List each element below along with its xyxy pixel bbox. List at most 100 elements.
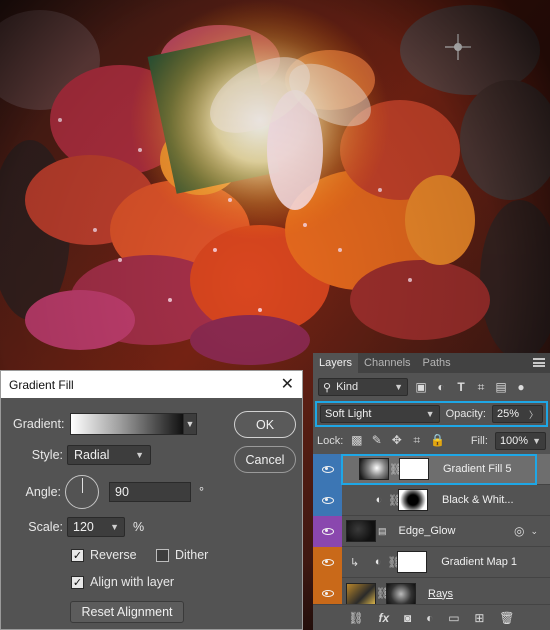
tab-layers[interactable]: Layers bbox=[313, 353, 359, 373]
close-icon[interactable]: ✕ bbox=[281, 374, 294, 394]
filter-toggle-icon[interactable]: ● bbox=[514, 380, 528, 394]
chevron-down-icon: ▼ bbox=[532, 435, 541, 446]
blend-mode-select[interactable]: Soft Light ▼ bbox=[320, 405, 440, 423]
kind-filter-label: Kind bbox=[336, 381, 359, 393]
eye-icon bbox=[321, 496, 334, 504]
link-icon[interactable]: ⛓ bbox=[376, 587, 390, 600]
opacity-field[interactable]: 25% 〉 bbox=[491, 405, 543, 423]
folder-icon[interactable]: ▭ bbox=[448, 611, 459, 625]
type-filter-icon[interactable]: T bbox=[454, 380, 468, 394]
chevron-down-icon: ▼ bbox=[394, 382, 403, 392]
dither-label: Dither bbox=[175, 548, 209, 562]
reset-alignment-button[interactable]: Reset Alignment bbox=[70, 601, 184, 623]
cancel-button[interactable]: Cancel bbox=[234, 446, 296, 473]
scale-unit: % bbox=[133, 520, 145, 534]
adjustment-icon[interactable]: ◐ bbox=[426, 611, 433, 625]
fx-icon[interactable]: fx bbox=[379, 611, 390, 625]
lock-bar: Lock: ▩ ✎ ✥ ⌗ 🔒 Fill: 100% ▼ bbox=[313, 427, 550, 454]
visibility-toggle[interactable] bbox=[313, 515, 342, 547]
layer-mask-thumbnail[interactable] bbox=[398, 489, 428, 511]
fill-value: 100% bbox=[499, 434, 529, 447]
layer-mask-thumbnail[interactable] bbox=[397, 551, 428, 573]
lock-position-icon[interactable]: ✥ bbox=[390, 434, 403, 447]
scale-field[interactable]: 120 ▼ bbox=[67, 517, 125, 537]
visibility-toggle[interactable] bbox=[313, 484, 342, 516]
gradient-fill-dialog: Gradient Fill ✕ Gradient: ▼ Style: Radia… bbox=[0, 370, 303, 630]
fill-label: Fill: bbox=[470, 434, 488, 447]
layer-name: Black & Whit... bbox=[442, 494, 514, 506]
eye-icon bbox=[321, 558, 334, 566]
layer-row-black-white[interactable]: ◐ ⛓ Black & Whit... bbox=[313, 484, 550, 516]
gradient-swatch[interactable] bbox=[70, 413, 184, 435]
scale-label: Scale: bbox=[28, 520, 63, 534]
blend-mode-value: Soft Light bbox=[325, 408, 372, 420]
dialog-body: Gradient: ▼ Style: Radial ▼ Angle: 90 ° … bbox=[1, 398, 302, 629]
smart-object-filter-icon[interactable]: ▤ bbox=[494, 380, 508, 394]
mask-icon[interactable]: ◙ bbox=[404, 611, 411, 625]
layer-row-gradient-map-1[interactable]: ↳ ◐ ⛓ Gradient Map 1 bbox=[313, 546, 550, 578]
layer-name: Rays bbox=[428, 587, 454, 600]
angle-field[interactable]: 90 bbox=[109, 482, 191, 502]
dialog-title-bar[interactable]: Gradient Fill ✕ bbox=[1, 371, 302, 398]
layer-row-edge-glow[interactable]: ▤ Edge_Glow ◎ ⌄ bbox=[313, 515, 550, 547]
eye-icon bbox=[321, 590, 334, 597]
lock-artboard-icon[interactable]: ⌗ bbox=[410, 434, 423, 447]
opacity-value: 25% bbox=[496, 408, 519, 420]
tab-paths[interactable]: Paths bbox=[417, 353, 457, 373]
opacity-label: Opacity: bbox=[445, 408, 486, 420]
lock-label: Lock: bbox=[317, 434, 344, 447]
link-icon[interactable]: ⛓ bbox=[388, 494, 402, 507]
angle-label: Angle: bbox=[25, 485, 61, 499]
link-icon[interactable]: ⛓ bbox=[348, 611, 363, 625]
angle-unit: ° bbox=[199, 485, 204, 499]
tab-channels[interactable]: Channels bbox=[358, 353, 416, 373]
layer-thumbnail[interactable] bbox=[346, 520, 376, 542]
chevron-down-icon: ▼ bbox=[135, 450, 144, 460]
angle-value: 90 bbox=[115, 485, 129, 499]
reverse-label: Reverse bbox=[90, 548, 137, 562]
ok-button[interactable]: OK bbox=[234, 411, 296, 438]
layer-mask-thumbnail[interactable] bbox=[399, 458, 429, 480]
shape-filter-icon[interactable]: ⌗ bbox=[474, 380, 488, 394]
layer-thumbnail[interactable] bbox=[346, 582, 376, 605]
panel-menu-icon[interactable] bbox=[533, 358, 545, 367]
blend-opacity-bar: Soft Light ▼ Opacity: 25% 〉 bbox=[315, 401, 548, 427]
lock-all-icon[interactable]: 🔒 bbox=[430, 434, 445, 447]
layer-name: Edge_Glow bbox=[398, 525, 456, 537]
angle-dial[interactable] bbox=[65, 475, 99, 509]
align-with-layer-label: Align with layer bbox=[90, 575, 175, 589]
adjustment-filter-icon[interactable]: ◐ bbox=[434, 380, 448, 394]
eye-icon bbox=[321, 527, 334, 535]
clipping-arrow-icon: ↳ bbox=[350, 556, 360, 569]
dialog-title: Gradient Fill bbox=[9, 377, 74, 392]
chevron-down-icon[interactable]: ⌄ bbox=[530, 526, 538, 537]
pixel-filter-icon[interactable]: ▣ bbox=[414, 380, 428, 394]
panel-tab-bar: Layers Channels Paths bbox=[313, 353, 550, 373]
eye-icon bbox=[321, 465, 334, 473]
layer-mask-thumbnail[interactable] bbox=[386, 582, 416, 605]
link-icon[interactable]: ⛓ bbox=[389, 463, 403, 476]
visibility-toggle[interactable] bbox=[313, 453, 342, 485]
kind-filter-select[interactable]: ⚲ Kind ▼ bbox=[318, 378, 408, 396]
dither-checkbox[interactable] bbox=[156, 548, 169, 562]
layer-name: Gradient Fill 5 bbox=[443, 463, 512, 475]
search-icon: ⚲ bbox=[323, 381, 332, 394]
new-layer-icon[interactable]: ⊞ bbox=[474, 611, 484, 625]
style-value: Radial bbox=[74, 448, 110, 462]
trash-icon[interactable]: 🗑 bbox=[499, 611, 514, 625]
scale-value: 120 bbox=[73, 520, 94, 534]
link-icon[interactable]: ⛓ bbox=[387, 556, 401, 569]
visibility-toggle[interactable] bbox=[313, 546, 342, 578]
smart-object-badge-icon: ▤ bbox=[378, 525, 387, 536]
lock-transparent-pixels-icon[interactable]: ▩ bbox=[350, 434, 363, 447]
style-select[interactable]: Radial ▼ bbox=[67, 445, 151, 465]
layer-row-gradient-fill-5[interactable]: ⛓ Gradient Fill 5 bbox=[313, 453, 550, 485]
gradient-fill-thumbnail[interactable] bbox=[359, 458, 389, 480]
layer-effects-icon[interactable]: ◎ bbox=[514, 524, 524, 538]
adjustment-layer-icon: ◐ bbox=[374, 556, 382, 568]
chevron-down-icon[interactable]: ▼ bbox=[184, 413, 197, 435]
lock-image-pixels-icon[interactable]: ✎ bbox=[370, 434, 383, 447]
fill-field[interactable]: 100% ▼ bbox=[494, 431, 546, 450]
reverse-checkbox[interactable]: ✓ bbox=[71, 548, 84, 562]
align-with-layer-checkbox[interactable]: ✓ bbox=[71, 575, 84, 589]
